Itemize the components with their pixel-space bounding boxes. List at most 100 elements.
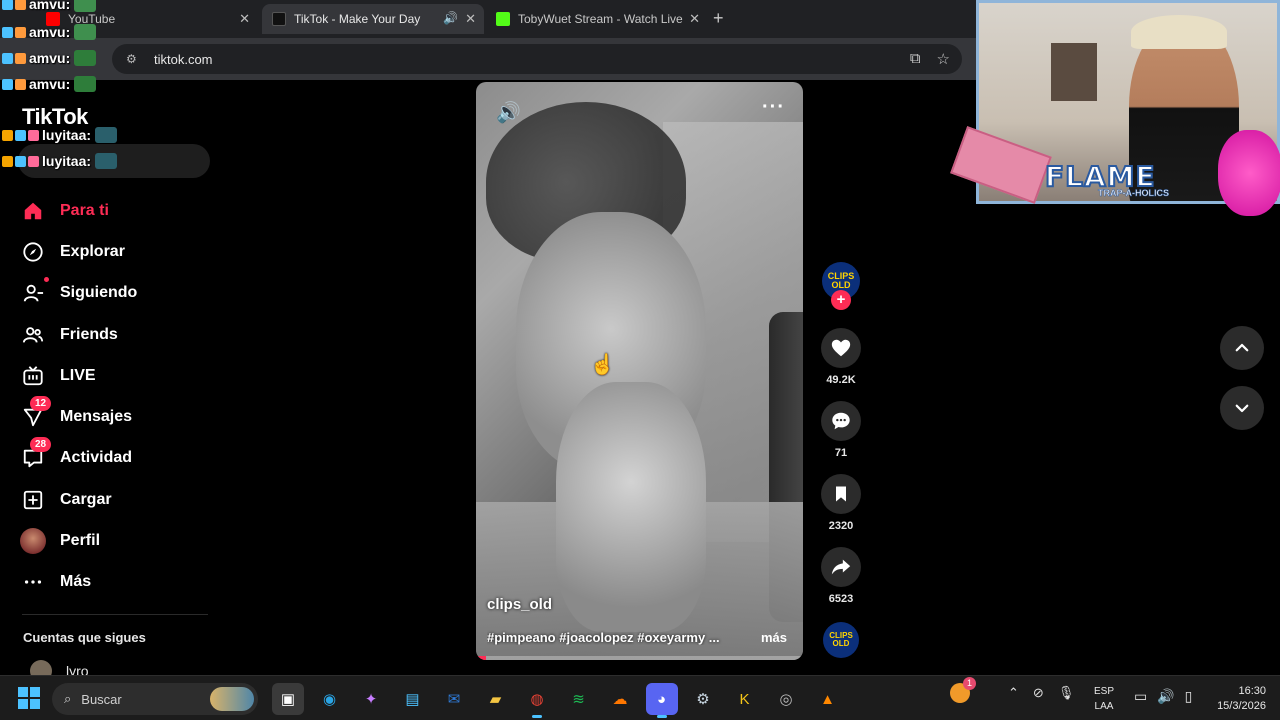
share-action[interactable]: 6523 [818,547,864,605]
screen: YouTube ✕ TikTok - Make Your Day 🔊 ✕ Tob… [0,0,1280,720]
taskbar-apps: ▣ ◉ ✦ ▤ ✉ ▰ ◍ ≋ ☁ ◕ ⚙ K ◎ ▲ [272,683,844,718]
like-action[interactable]: 49.2K [818,328,864,386]
chat-username: amvu: [29,50,71,66]
clock-date: 15/3/2026 [1217,700,1266,712]
music-disc[interactable]: CLIPS OLD [823,622,859,658]
video-progress-bar[interactable] [476,656,803,660]
like-count: 49.2K [826,374,856,386]
sidebar-item-live[interactable]: LIVE [20,355,220,396]
comment-count: 71 [834,447,848,459]
speaker-icon[interactable]: 🔊 [443,11,458,25]
subscriber-badge-icon [28,155,39,167]
chat-message: luyitaa: [2,127,118,143]
follow-button[interactable]: + [831,290,851,310]
video-caption[interactable]: #pimpeano #joacolopez #oxeyarmy ... [487,630,737,645]
vlc-icon[interactable]: ▲ [812,683,844,715]
subscriber-badge-icon [15,0,26,10]
share-icon[interactable] [821,547,861,587]
video-author[interactable]: clips_old [487,596,552,613]
bookmark-icon[interactable] [821,474,861,514]
subscriber-badge-icon [15,26,26,38]
file-explorer-icon[interactable]: ▰ [480,683,512,715]
live-icon [20,363,46,389]
chat-message: luyitaa: [2,153,118,169]
sidebar-item-siguiendo[interactable]: Siguiendo [20,273,220,314]
vip-badge-icon [2,129,13,141]
system-tray: 1 ⌃ ⊘ 🎙 [950,677,1075,703]
steam-icon[interactable]: ⚙ [687,683,719,715]
heart-icon[interactable] [821,328,861,368]
url-field[interactable]: ⚙ tiktok.com [112,44,962,74]
volume-icon[interactable]: 🔊 [496,100,521,125]
close-tab-icon[interactable]: ✕ [689,11,700,27]
save-count: 2320 [828,520,854,532]
messages-badge: 12 [30,396,52,412]
edge-icon[interactable]: ◉ [314,683,346,715]
close-tab-icon[interactable]: ✕ [465,11,476,27]
quick-settings[interactable]: ▭ 🔊 ▯ [1134,688,1192,705]
sidebar-item-label: Para ti [60,201,109,219]
obs-icon[interactable]: ◎ [770,683,802,715]
chat-username: amvu: [29,76,71,92]
comment-action[interactable]: 71 [818,401,864,459]
spotify-icon[interactable]: ≋ [563,683,595,715]
save-action[interactable]: 2320 [818,474,864,532]
previous-video-button[interactable] [1220,326,1264,370]
close-tab-icon[interactable]: ✕ [239,11,250,27]
taskbar-search[interactable]: ⌕ Buscar [52,683,258,715]
bookmark-star-icon[interactable]: ☆ [937,50,950,68]
kick-icon [496,12,510,26]
network-off-icon[interactable]: ⊘ [1033,685,1044,701]
sidebar-item-actividad[interactable]: 28 Actividad [20,437,220,479]
outlook-icon[interactable]: ✉ [438,683,470,715]
messages-icon: 12 [20,396,52,430]
sidebar-item-friends[interactable]: Friends [20,314,220,355]
copilot-icon[interactable]: ✦ [355,683,387,715]
search-highlight-image [210,687,254,711]
search-icon: ⌕ [64,691,72,706]
windows-start-icon[interactable] [18,687,40,709]
notification-app-icon[interactable]: 1 [950,677,976,703]
tab-kick-stream[interactable]: TobyWuet Stream - Watch Live ✕ [486,4,708,34]
subscriber-badge-icon [15,78,26,90]
sidebar-item-para-ti[interactable]: Para ti [20,190,220,231]
site-settings-icon[interactable]: ⚙ [126,52,142,66]
sidebar-item-explorar[interactable]: Explorar [20,231,220,272]
new-tab-button[interactable]: + [713,8,724,29]
language-code: ESP [1094,686,1115,697]
sidebar-item-label: Explorar [60,242,125,260]
display-icon: ▭ [1134,688,1148,704]
chevron-down-icon [1235,404,1249,413]
chrome-icon[interactable]: ◍ [521,683,553,718]
sidebar-item-perfil[interactable]: Perfil [20,520,220,561]
microphone-icon[interactable]: 🎙 [1058,685,1075,701]
discord-icon[interactable]: ◕ [645,683,678,718]
install-app-icon[interactable]: ⧉ [910,50,921,68]
moderator-badge-icon [2,78,13,90]
store-icon[interactable]: ▤ [397,683,429,715]
subscriber-badge-icon [28,129,39,141]
sidebar-item-label: Friends [60,325,118,343]
task-view-icon[interactable]: ▣ [272,683,304,715]
chat-username: amvu: [29,0,71,12]
kick-studio-icon[interactable]: K [729,683,761,715]
comment-icon[interactable] [821,401,861,441]
caption-more-link[interactable]: más [761,630,787,645]
sidebar-item-mensajes[interactable]: 12 Mensajes [20,396,220,437]
tab-title: TobyWuet Stream - Watch Live [518,12,683,26]
chevron-up-icon[interactable]: ⌃ [1008,685,1019,701]
video-player[interactable]: 🔊 ··· clips_old #pimpeano #joacolopez #o… [476,82,803,660]
video-progress-fill [476,656,486,660]
following-icon [20,277,49,306]
sidebar-item-cargar[interactable]: Cargar [20,479,220,520]
chat-message: amvu: [2,24,97,40]
soundcloud-icon[interactable]: ☁ [604,683,636,715]
language-indicator[interactable]: ESP LAA [1094,684,1114,714]
clock[interactable]: 16:30 15/3/2026 [1206,684,1266,714]
vip-badge-icon [2,155,13,167]
taskbar: ⌕ Buscar ▣ ◉ ✦ ▤ ✉ ▰ ◍ ≋ ☁ ◕ ⚙ K ◎ ▲ 1 ⌃… [0,675,1280,720]
more-options-icon[interactable]: ··· [762,96,785,119]
next-video-button[interactable] [1220,386,1264,430]
sidebar-item-mas[interactable]: Más [20,562,220,603]
tab-tiktok[interactable]: TikTok - Make Your Day 🔊 ✕ [262,4,484,34]
